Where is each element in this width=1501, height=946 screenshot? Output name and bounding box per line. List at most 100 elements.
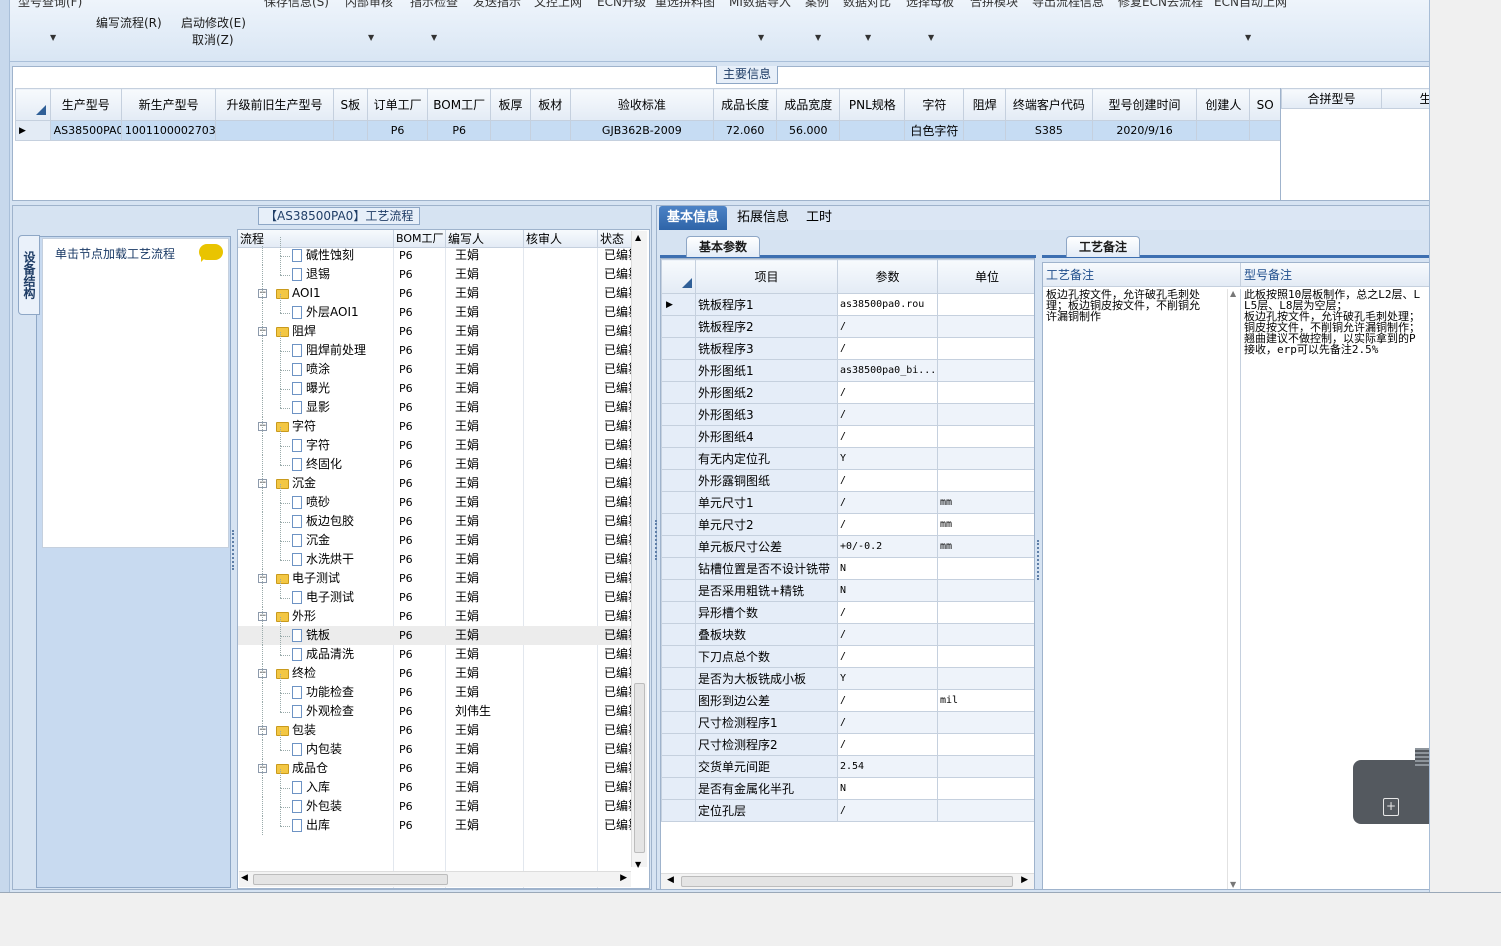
tree-row[interactable]: 终固化 P6 王娟 已编纂: [238, 446, 638, 474]
param-row[interactable]: 尺寸检测程序1/: [661, 711, 1034, 734]
splitter-grip[interactable]: [655, 520, 658, 560]
param-value-cell[interactable]: N: [837, 579, 938, 602]
toolbar-write-process[interactable]: 编写流程(R): [96, 15, 162, 31]
param-unit-cell[interactable]: [937, 381, 1034, 404]
params-horizontal-scrollbar[interactable]: ◀ ▶: [661, 873, 1034, 889]
col-header[interactable]: 字符: [904, 88, 965, 121]
col-header[interactable]: 升级前旧生产型号: [215, 88, 334, 121]
tree-row[interactable]: 退锡 P6 王娟 已编纂: [238, 256, 638, 284]
chevron-down-icon[interactable]: ▼: [431, 33, 437, 42]
toolbar-cancel[interactable]: 取消(Z): [192, 32, 234, 48]
tree-row[interactable]: −AOI1P6王娟已编纂: [238, 284, 638, 303]
param-value-cell[interactable]: Y: [837, 447, 938, 470]
param-unit-cell[interactable]: [937, 469, 1034, 492]
chevron-down-icon[interactable]: ▼: [1245, 33, 1251, 42]
table-row[interactable]: ▶ AS38500PA0 10011000027037 P6 P6 GJB362…: [15, 120, 1281, 141]
param-row[interactable]: 异形槽个数 /: [661, 601, 1034, 624]
tree-node[interactable]: 包装: [276, 721, 316, 740]
param-value-cell[interactable]: /: [837, 403, 938, 426]
tree-node[interactable]: 外观检查: [292, 702, 354, 721]
col-header[interactable]: 新生产型号: [120, 88, 217, 121]
param-value-cell[interactable]: Y: [837, 667, 938, 690]
tree-node[interactable]: 沉金: [292, 531, 330, 550]
col-header[interactable]: 生产型号: [49, 88, 122, 121]
param-row[interactable]: 铣板程序3/: [661, 337, 1034, 360]
row-indicator[interactable]: [661, 579, 696, 602]
tree-row[interactable]: −终检P6王娟已编纂: [238, 664, 638, 683]
scroll-down-icon[interactable]: ▼: [635, 860, 641, 869]
col-header[interactable]: 参数: [837, 259, 938, 294]
param-unit-cell[interactable]: mm: [937, 491, 1034, 514]
tree-vertical-scrollbar[interactable]: ▲ ▼: [631, 231, 647, 869]
col-header[interactable]: 板材: [529, 88, 571, 121]
tree-row[interactable]: 喷砂 P6 王娟 已编纂: [238, 484, 638, 512]
row-indicator[interactable]: [661, 425, 696, 448]
splitter-grip[interactable]: [232, 530, 235, 570]
param-value-cell[interactable]: /: [837, 689, 938, 712]
col-header[interactable]: 项目: [695, 259, 838, 294]
tree-node[interactable]: 终检: [276, 664, 316, 683]
param-unit-cell[interactable]: mm: [937, 535, 1034, 558]
scroll-thumb[interactable]: [634, 683, 645, 853]
tree-node[interactable]: 喷涂: [292, 360, 330, 379]
param-value-cell[interactable]: as38500pa0.rou: [837, 293, 938, 316]
chevron-down-icon[interactable]: ▼: [368, 33, 374, 42]
param-row[interactable]: 外形图纸3/: [661, 403, 1034, 426]
tab-basic-params[interactable]: 基本参数: [686, 236, 761, 257]
param-unit-cell[interactable]: [937, 777, 1034, 800]
param-value-cell[interactable]: /: [837, 799, 938, 822]
toolbar-case[interactable]: 案例: [805, 0, 829, 10]
param-unit-cell[interactable]: [937, 711, 1034, 734]
param-value-cell[interactable]: /: [837, 315, 938, 338]
row-indicator[interactable]: [661, 645, 696, 668]
tree-node[interactable]: 内包装: [292, 740, 342, 759]
toolbar-save-info[interactable]: 保存信息(S): [264, 0, 329, 10]
chevron-down-icon[interactable]: ▼: [50, 33, 56, 42]
param-value-cell[interactable]: /: [837, 733, 938, 756]
col-header[interactable]: 成品长度: [713, 88, 778, 121]
row-indicator[interactable]: [661, 667, 696, 690]
row-indicator[interactable]: [661, 315, 696, 338]
tab-work-hours[interactable]: 工时: [798, 206, 840, 230]
param-row[interactable]: 是否采用粗铣+精铣 N: [661, 579, 1034, 602]
tree-node[interactable]: 字符: [276, 417, 316, 436]
chevron-down-icon[interactable]: ▼: [815, 33, 821, 42]
toolbar-instruction-check[interactable]: 指示检查: [410, 0, 458, 10]
toolbar-fix-ecn-process[interactable]: 修复ECN去流程: [1118, 0, 1203, 10]
row-indicator[interactable]: [661, 535, 696, 558]
col-header[interactable]: 合拼型号: [1281, 88, 1382, 109]
scroll-left-icon[interactable]: ◀: [241, 873, 248, 883]
param-value-cell[interactable]: /: [837, 623, 938, 646]
tree-row[interactable]: −包装P6王娟已编纂: [238, 721, 638, 740]
tree-row[interactable]: 外层AOI1 P6 王娟 已编纂: [238, 294, 638, 322]
param-value-cell[interactable]: /: [837, 711, 938, 734]
param-unit-cell[interactable]: [937, 447, 1034, 470]
row-indicator[interactable]: [661, 513, 696, 536]
tree-row[interactable]: 显影 P6 王娟 已编纂: [238, 389, 638, 417]
row-indicator[interactable]: [661, 381, 696, 404]
toolbar-reselect-panel-map[interactable]: 重选拼料图: [655, 0, 715, 10]
tree-row[interactable]: 成品清洗 P6 王娟 已编纂: [238, 636, 638, 664]
param-unit-cell[interactable]: [937, 799, 1034, 822]
param-value-cell[interactable]: /: [837, 381, 938, 404]
param-value-cell[interactable]: +0/-0.2: [837, 535, 938, 558]
param-unit-cell[interactable]: [937, 359, 1034, 382]
tree-row[interactable]: 板边包胶 P6 王娟 已编纂: [238, 503, 638, 531]
cell[interactable]: 72.060: [713, 120, 778, 141]
tree-node[interactable]: 阻焊前处理: [292, 341, 366, 360]
col-header[interactable]: S板: [332, 88, 369, 121]
row-indicator[interactable]: [661, 733, 696, 756]
cell[interactable]: AS38500PA0: [49, 120, 122, 141]
tree-node[interactable]: 成品仓: [276, 759, 328, 778]
param-unit-cell[interactable]: [937, 755, 1034, 778]
row-indicator[interactable]: [661, 689, 696, 712]
toolbar-ecn-upgrade[interactable]: ECN升级: [597, 0, 646, 10]
tree-row[interactable]: 入库 P6 王娟 已编纂: [238, 769, 638, 797]
tree-node[interactable]: 入库: [292, 778, 330, 797]
tree-row[interactable]: 字符 P6 王娟 已编纂: [238, 427, 638, 455]
col-header[interactable]: PNL规格: [839, 88, 906, 121]
param-row[interactable]: 钻槽位置是否不设计铣带 N: [661, 557, 1034, 580]
param-unit-cell[interactable]: [937, 733, 1034, 756]
tree-node[interactable]: 板边包胶: [292, 512, 354, 531]
row-indicator[interactable]: [661, 337, 696, 360]
